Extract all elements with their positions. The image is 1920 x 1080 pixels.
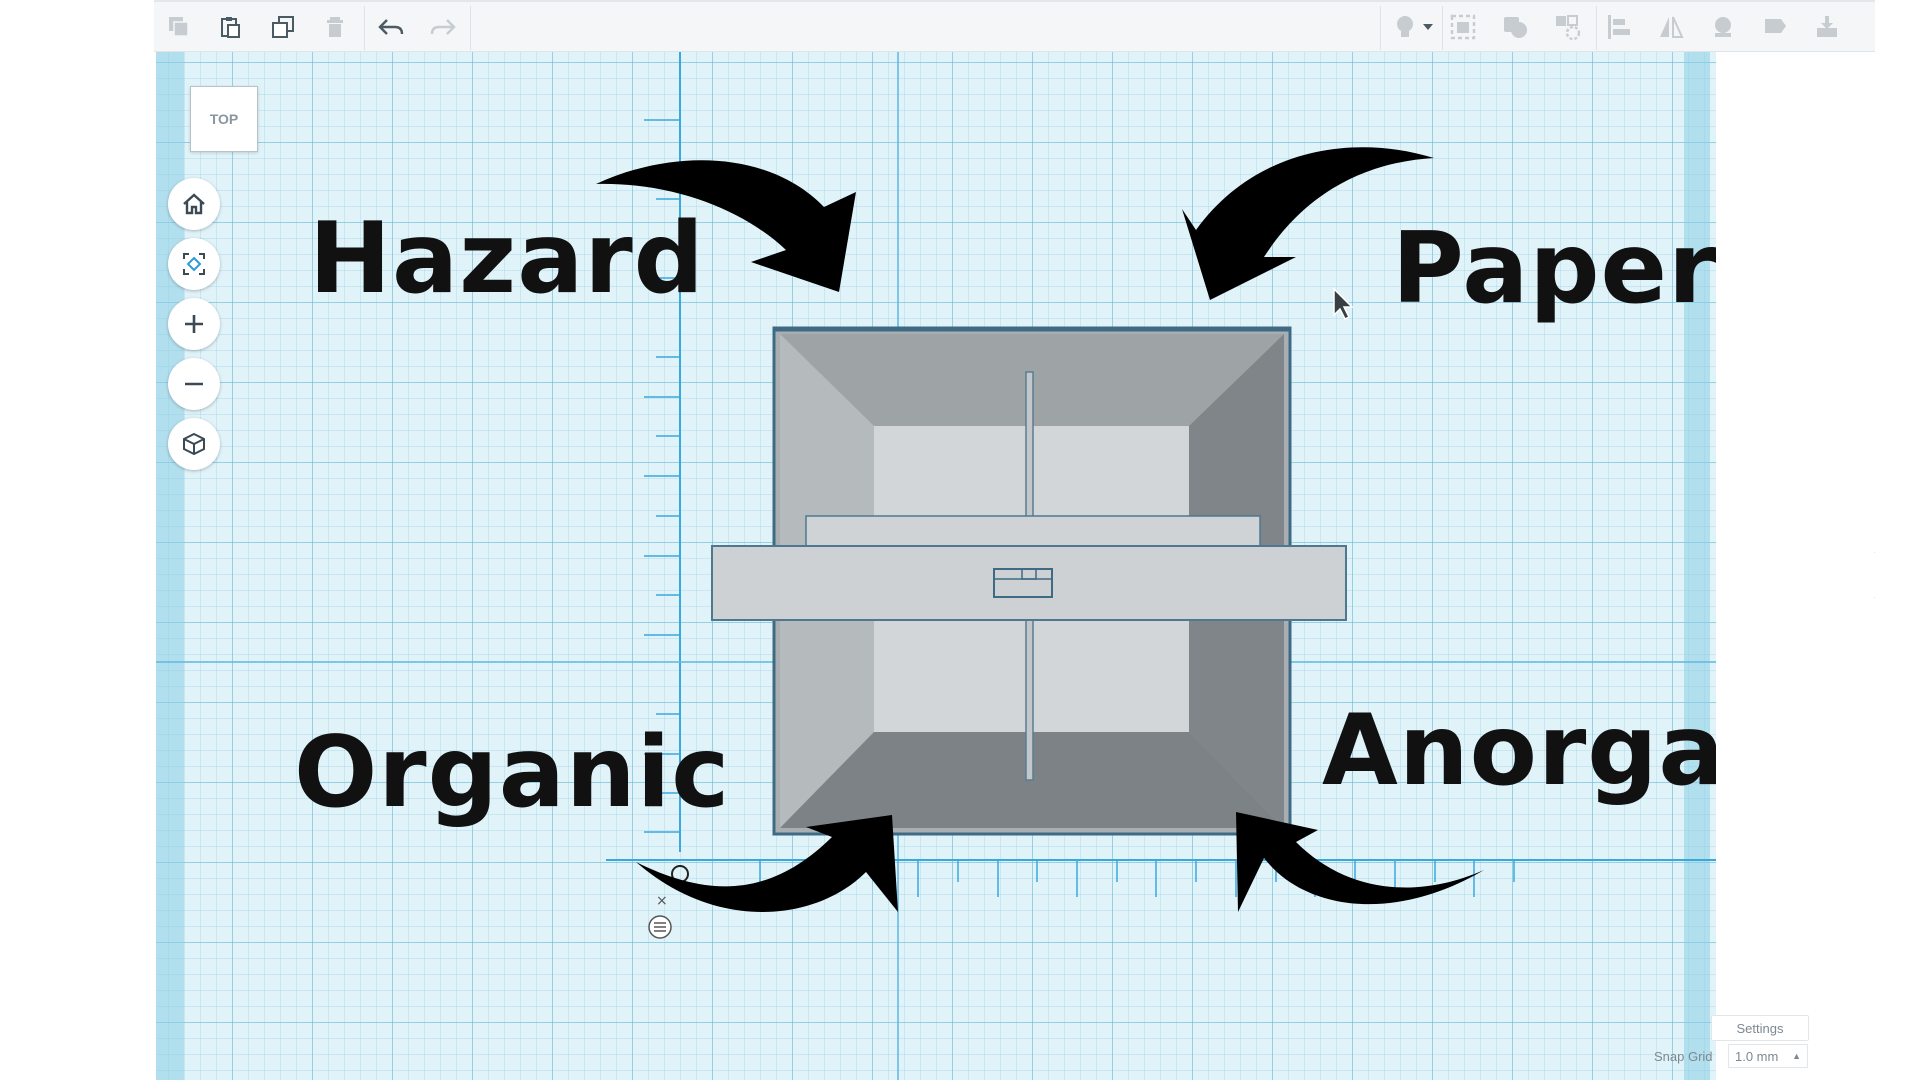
mirror-icon[interactable]: [1656, 12, 1686, 42]
svg-text:×: ×: [656, 893, 668, 909]
toolbar-separator: [1442, 6, 1443, 50]
toolbar: [154, 0, 1875, 52]
dropdown-icon[interactable]: [1418, 12, 1438, 42]
fit-view-button[interactable]: [168, 238, 220, 290]
zoom-out-icon: [185, 382, 203, 386]
fit-view-icon: [183, 253, 205, 275]
mouse-cursor-icon: [1333, 287, 1354, 321]
view-cube-label: TOP: [209, 111, 239, 127]
toolbar-separator: [1380, 6, 1381, 50]
paste-icon[interactable]: [216, 12, 246, 42]
bin-inner-strip: [805, 515, 1261, 547]
undo-icon[interactable]: [376, 12, 406, 42]
group-icon[interactable]: [1500, 12, 1530, 42]
tinkercad-app: × Hazard Paper Organic Anorganic TOP Set…: [154, 0, 1875, 1080]
copy-icon[interactable]: [164, 12, 194, 42]
right-panel: [1716, 52, 1875, 1080]
toolbar-separator: [1596, 6, 1597, 50]
snap-grid-label: Snap Grid: [1654, 1049, 1713, 1064]
label-paper: Paper: [1392, 212, 1718, 326]
delete-icon[interactable]: [320, 12, 350, 42]
toolbar-separator: [470, 6, 471, 50]
import-icon[interactable]: [1812, 12, 1842, 42]
ungroup-icon[interactable]: [1552, 12, 1582, 42]
settings-button[interactable]: Settings: [1711, 1015, 1809, 1041]
label-hazard: Hazard: [309, 202, 705, 316]
note-icon[interactable]: [1760, 12, 1790, 42]
duplicate-icon[interactable]: [268, 12, 298, 42]
snap-grid-select[interactable]: 1.0 mm ▲: [1728, 1044, 1808, 1068]
perspective-button[interactable]: [168, 418, 220, 470]
view-cube[interactable]: TOP: [190, 86, 258, 152]
bin-handle-grip: [993, 568, 1053, 598]
ruler-icon[interactable]: [1708, 12, 1738, 42]
workplane-grid[interactable]: × Hazard Paper Organic Anorganic TOP: [156, 52, 1875, 1080]
zoom-in-button[interactable]: [168, 298, 220, 350]
light-bulb-icon[interactable]: [1390, 12, 1420, 42]
zoom-out-button[interactable]: [168, 358, 220, 410]
chevron-up-icon: ▲: [1792, 1051, 1801, 1061]
waste-bin-model: [711, 326, 1347, 836]
home-icon: [183, 193, 205, 215]
snap-grid-value: 1.0 mm: [1735, 1048, 1779, 1064]
home-view-button[interactable]: [168, 178, 220, 230]
zoom-in-icon: [185, 315, 203, 333]
label-organic: Organic: [294, 716, 731, 830]
perspective-icon: [183, 432, 205, 456]
collapse-panel-icon[interactable]: [1874, 552, 1875, 598]
toolbar-separator: [364, 6, 365, 50]
align-icon[interactable]: [1604, 12, 1634, 42]
workplane-icon[interactable]: [1448, 12, 1478, 42]
redo-icon[interactable]: [428, 12, 458, 42]
arrow-anorganic: [1236, 812, 1484, 912]
